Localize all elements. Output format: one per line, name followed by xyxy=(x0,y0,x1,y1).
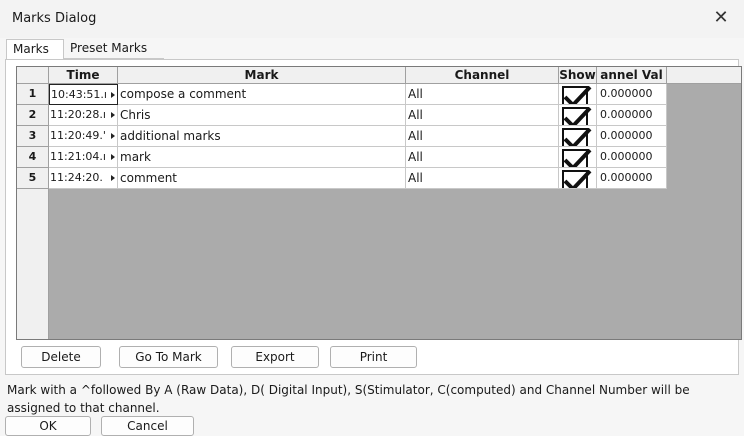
channel-value-cell[interactable]: 0.000000 xyxy=(597,147,667,168)
window-title: Marks Dialog xyxy=(12,11,97,26)
row-header[interactable]: 5 xyxy=(17,168,49,189)
cancel-button[interactable]: Cancel xyxy=(101,416,194,436)
row-header[interactable]: 2 xyxy=(17,105,49,126)
time-cell[interactable]: 11:24:20. xyxy=(49,168,118,189)
channel-cell[interactable]: All xyxy=(406,126,559,147)
dropdown-arrow-icon xyxy=(111,92,115,98)
row-header[interactable]: 1 xyxy=(17,84,49,105)
mark-cell[interactable]: mark xyxy=(118,147,406,168)
delete-button[interactable]: Delete xyxy=(21,346,101,368)
show-cell[interactable] xyxy=(559,168,597,189)
marks-grid[interactable]: Time Mark Channel Show annel Val 1 10:43… xyxy=(16,66,742,340)
channel-cell[interactable]: All xyxy=(406,147,559,168)
show-cell[interactable] xyxy=(559,84,597,105)
channel-cell[interactable]: All xyxy=(406,84,559,105)
tab-preset-marks[interactable]: Preset Marks xyxy=(64,39,164,59)
checkmark-icon xyxy=(562,86,592,104)
column-header-channel-value[interactable]: annel Val xyxy=(597,67,667,84)
dropdown-arrow-icon xyxy=(111,133,115,139)
channel-cell[interactable]: All xyxy=(406,105,559,126)
column-header-mark[interactable]: Mark xyxy=(118,67,406,84)
column-header-show[interactable]: Show xyxy=(559,67,597,84)
show-cell[interactable] xyxy=(559,147,597,168)
row-header-strip xyxy=(17,189,49,339)
channel-value-cell[interactable]: 0.000000 xyxy=(597,84,667,105)
checkmark-icon xyxy=(562,170,592,188)
time-cell[interactable]: 11:20:28.ı xyxy=(49,105,118,126)
mark-cell[interactable]: additional marks xyxy=(118,126,406,147)
mark-cell[interactable]: comment xyxy=(118,168,406,189)
channel-cell[interactable]: All xyxy=(406,168,559,189)
column-header-channel[interactable]: Channel xyxy=(406,67,559,84)
mark-cell[interactable]: compose a comment xyxy=(118,84,406,105)
checkmark-icon xyxy=(562,128,592,146)
column-header-time[interactable]: Time xyxy=(49,67,118,84)
title-bar: Marks Dialog ✕ xyxy=(0,0,744,38)
corner-header[interactable] xyxy=(17,67,49,84)
print-button[interactable]: Print xyxy=(330,346,417,368)
export-button[interactable]: Export xyxy=(231,346,319,368)
tab-marks[interactable]: Marks xyxy=(6,39,64,60)
go-to-mark-button[interactable]: Go To Mark xyxy=(119,346,218,368)
dropdown-arrow-icon xyxy=(111,112,115,118)
checkmark-icon xyxy=(562,149,592,167)
channel-value-cell[interactable]: 0.000000 xyxy=(597,168,667,189)
ok-button[interactable]: OK xyxy=(5,416,91,436)
channel-value-cell[interactable]: 0.000000 xyxy=(597,126,667,147)
row-header[interactable]: 3 xyxy=(17,126,49,147)
row-header[interactable]: 4 xyxy=(17,147,49,168)
show-cell[interactable] xyxy=(559,126,597,147)
time-cell[interactable]: 10:43:51.ı xyxy=(49,84,118,105)
close-icon[interactable]: ✕ xyxy=(708,6,734,30)
checkmark-icon xyxy=(562,107,592,125)
empty-header xyxy=(667,67,741,84)
show-cell[interactable] xyxy=(559,105,597,126)
help-note: Mark with a ^followed By A (Raw Data), D… xyxy=(7,383,690,415)
mark-cell[interactable]: Chris xyxy=(118,105,406,126)
time-cell[interactable]: 11:21:04.ı xyxy=(49,147,118,168)
dropdown-arrow-icon xyxy=(111,154,115,160)
channel-value-cell[interactable]: 0.000000 xyxy=(597,105,667,126)
time-cell[interactable]: 11:20:49.' xyxy=(49,126,118,147)
dropdown-arrow-icon xyxy=(111,175,115,181)
